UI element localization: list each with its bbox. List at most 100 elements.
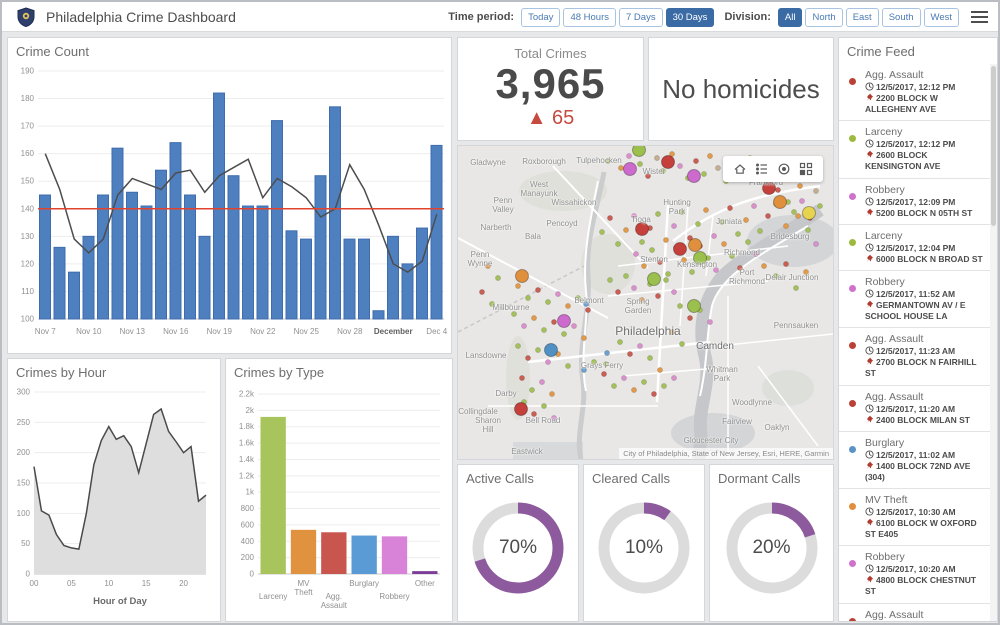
svg-text:1k: 1k <box>246 488 255 497</box>
svg-text:Nov 25: Nov 25 <box>294 327 320 336</box>
time-period-label: Time period: <box>448 11 514 23</box>
map-place-label: Wissahickon <box>552 198 597 207</box>
feed-address: 2200 BLOCK W ALLEGHENY AVE <box>865 93 986 115</box>
svg-text:1.8k: 1.8k <box>239 422 255 431</box>
feed-item[interactable]: Robbery12/5/2017, 12:09 PM5200 BLOCK N 0… <box>839 179 990 225</box>
dormant-calls-gauge: 20% <box>716 492 828 609</box>
cleared-calls-panel: Cleared Calls 10% <box>583 464 705 622</box>
map-attribution: City of Philadelphia, State of New Jerse… <box>619 448 833 459</box>
layers-icon[interactable] <box>773 160 795 178</box>
crime-count-bar <box>228 176 239 319</box>
clock-icon <box>865 404 874 413</box>
svg-text:2.2k: 2.2k <box>239 390 255 399</box>
division-button-east[interactable]: East <box>846 8 879 27</box>
crime-count-bar <box>98 195 109 319</box>
crime-count-bar <box>315 176 326 319</box>
feed-type-dot <box>849 285 856 292</box>
legend-icon[interactable] <box>751 160 773 178</box>
time-period-button-7-days[interactable]: 7 Days <box>619 8 663 27</box>
feed-item[interactable]: Larceny12/5/2017, 12:04 PM6000 BLOCK N B… <box>839 225 990 271</box>
map-place-label: Spring <box>626 297 649 306</box>
feed-item[interactable]: Agg. Assault12/5/2017, 12:12 PM2200 BLOC… <box>839 64 990 121</box>
division-button-north[interactable]: North <box>805 8 842 27</box>
feed-type: Robbery <box>865 184 986 197</box>
feed-type-dot <box>849 560 856 567</box>
clock-icon <box>865 450 874 459</box>
svg-text:Larceny: Larceny <box>259 592 287 601</box>
feed-item[interactable]: Agg. Assault12/5/2017, 11:20 AM2400 BLOC… <box>839 386 990 432</box>
feed-item[interactable]: Agg. Assault12/5/2017, 10:19 AM5500 BLOC… <box>839 604 990 621</box>
feed-item[interactable]: Robbery12/5/2017, 10:20 AM4800 BLOCK CHE… <box>839 546 990 603</box>
feed-item[interactable]: Robbery12/5/2017, 11:52 AMGERMANTOWN AV … <box>839 271 990 328</box>
map-place-label: Manayunk <box>521 189 558 198</box>
crime-count-title: Crime Count <box>8 38 451 61</box>
map-labels-layer: GladwyneRoxboroughTulpehockenWisterFrank… <box>458 146 833 459</box>
crime-count-bar <box>214 93 225 319</box>
total-crimes-panel: Total Crimes 3,965 ▲ 65 <box>457 37 644 141</box>
svg-text:Other: Other <box>415 579 435 588</box>
svg-text:1.4k: 1.4k <box>239 455 255 464</box>
crime-count-bar <box>185 195 196 319</box>
police-badge-icon <box>16 7 36 27</box>
crimes-by-hour-title: Crimes by Hour <box>8 359 220 382</box>
cleared-calls-gauge: 10% <box>588 492 700 609</box>
svg-text:2k: 2k <box>246 406 255 415</box>
crime-count-bar <box>286 231 297 319</box>
map-place-label: Penn <box>471 250 490 259</box>
feed-item[interactable]: MV Theft12/5/2017, 10:30 AM6100 BLOCK W … <box>839 489 990 546</box>
feed-address: 2600 BLOCK KENSINGTON AVE <box>865 150 986 172</box>
feed-item[interactable]: Burglary12/5/2017, 11:02 AM1400 BLOCK 72… <box>839 432 990 489</box>
division-button-west[interactable]: West <box>924 8 959 27</box>
feed-scrollbar[interactable] <box>990 64 997 621</box>
map-place-label: Fairview <box>722 417 752 426</box>
feed-time: 12/5/2017, 10:30 AM <box>865 507 986 518</box>
crime-count-bar <box>127 192 138 319</box>
svg-text:0: 0 <box>250 570 255 579</box>
svg-text:Nov 13: Nov 13 <box>120 327 146 336</box>
crime-count-bar <box>243 206 254 319</box>
map-place-label: Richmond <box>724 248 760 257</box>
division-button-all[interactable]: All <box>778 8 803 27</box>
pushpin-icon <box>865 461 874 470</box>
feed-type-dot <box>849 193 856 200</box>
feed-type-dot <box>849 400 856 407</box>
feed-type-dot <box>849 78 856 85</box>
crime-count-bar <box>330 107 341 319</box>
crime-count-bar <box>388 236 399 319</box>
map-place-label: Delair Junction <box>766 273 819 282</box>
active-calls-panel: Active Calls 70% <box>457 464 579 622</box>
crimes-by-type-panel: Crimes by Type 02004006008001k1.2k1.4k1.… <box>225 358 453 622</box>
philadelphia-crime-dashboard: { "header": { "title": "Philadelphia Cri… <box>0 0 1000 625</box>
map-place-label: Belmont <box>574 296 603 305</box>
crime-count-bar <box>344 239 355 319</box>
map-place-label: Gladwyne <box>470 158 506 167</box>
map-panel[interactable]: GladwyneRoxboroughTulpehockenWisterFrank… <box>457 145 834 460</box>
basemap-gallery-icon[interactable] <box>795 160 817 178</box>
svg-text:10: 10 <box>104 579 113 588</box>
map-canvas[interactable]: GladwyneRoxboroughTulpehockenWisterFrank… <box>458 146 833 459</box>
crimes-by-hour-chart: 0501001502002503000005101520Hour of Day <box>8 382 218 620</box>
pushpin-icon <box>865 254 874 263</box>
menu-icon[interactable] <box>971 8 988 26</box>
map-place-label: Pencoyd <box>546 219 577 228</box>
feed-scrollbar-thumb[interactable] <box>991 66 996 226</box>
time-period-button-today[interactable]: Today <box>521 8 560 27</box>
division-button-south[interactable]: South <box>882 8 921 27</box>
map-place-label: Eastwick <box>511 447 543 456</box>
map-place-label: Bell Road <box>526 416 561 425</box>
no-homicides-panel: No homicides <box>648 37 834 141</box>
clock-icon <box>865 243 874 252</box>
time-period-button-30-days[interactable]: 30 Days <box>666 8 715 27</box>
svg-text:1.2k: 1.2k <box>239 471 255 480</box>
feed-item[interactable]: Larceny12/5/2017, 12:12 PM2600 BLOCK KEN… <box>839 121 990 178</box>
home-icon[interactable] <box>729 160 751 178</box>
svg-text:100: 100 <box>21 315 35 324</box>
pushpin-icon <box>865 300 874 309</box>
svg-text:Nov 7: Nov 7 <box>35 327 56 336</box>
svg-text:150: 150 <box>17 479 31 488</box>
map-place-label: Stenton <box>640 255 668 264</box>
svg-text:200: 200 <box>241 553 255 562</box>
svg-text:15: 15 <box>142 579 151 588</box>
time-period-button-48-hours[interactable]: 48 Hours <box>563 8 616 27</box>
feed-item[interactable]: Agg. Assault12/5/2017, 11:23 AM2700 BLOC… <box>839 328 990 385</box>
